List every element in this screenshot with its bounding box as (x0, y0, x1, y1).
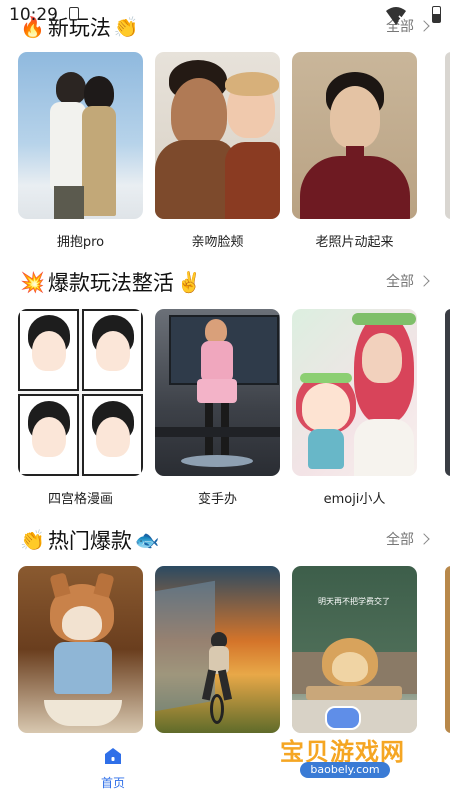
nav-home-label: 首页 (100, 776, 125, 790)
next-card-peek (445, 52, 450, 219)
card-image (292, 52, 417, 219)
explosion-icon: 💥 (20, 270, 45, 294)
status-bar: 10:29 (0, 0, 450, 30)
card-label: emoji小人 (323, 492, 386, 507)
card-label: 老照片动起来 (315, 235, 394, 250)
section-hot-play: 💥 爆款玩法整活 ✌️ 全部 四宫格漫画 变手办 emoji小人 (0, 263, 450, 507)
card-label: 四宫格漫画 (47, 492, 113, 507)
view-all-button[interactable]: 全部 (386, 529, 430, 549)
card-image (18, 566, 143, 733)
section-title-text: 爆款玩法整活 (47, 271, 174, 295)
card-image (155, 309, 280, 476)
card-image (18, 309, 143, 476)
section-title: 💥 爆款玩法整活 ✌️ (20, 267, 202, 297)
feature-card[interactable] (155, 566, 280, 733)
card-image (155, 566, 280, 733)
view-all-button[interactable]: 全部 (386, 271, 430, 291)
feature-card[interactable]: 亲吻脸颊 (155, 52, 280, 250)
feature-card[interactable]: 拥抱pro (18, 52, 143, 250)
feature-card[interactable]: 变手办 (155, 309, 280, 507)
card-label: 变手办 (197, 492, 237, 507)
section-title-text: 热门爆款 (47, 529, 132, 553)
home-icon (105, 748, 121, 764)
feature-card[interactable]: emoji小人 (292, 309, 417, 507)
clap-icon: 👏 (20, 528, 45, 552)
status-time: 10:29 (9, 5, 58, 25)
feature-card[interactable] (18, 566, 143, 733)
chevron-right-icon (418, 275, 430, 287)
fish-icon: 🐟 (134, 528, 160, 552)
gamepad-icon (325, 706, 361, 730)
notification-icon (69, 7, 79, 20)
card-label: 亲吻脸颊 (191, 235, 244, 250)
section-popular: 👏 热门爆款 🐟 全部 明天再不把学费交了 (0, 521, 450, 733)
victory-hand-icon: ✌️ (176, 270, 202, 294)
watermark-url: baobely.com (300, 762, 390, 778)
card-label: 拥抱pro (56, 235, 105, 250)
next-card-peek (445, 309, 450, 476)
card-image (155, 52, 280, 219)
feature-card[interactable]: 四宫格漫画 (18, 309, 143, 507)
wifi-icon (386, 7, 406, 25)
section-title: 👏 热门爆款 🐟 (20, 525, 160, 555)
card-image (292, 309, 417, 476)
view-all-label: 全部 (386, 532, 414, 548)
next-card-peek (445, 566, 450, 733)
watermark-logo: 宝贝游戏网 baobely.com (270, 700, 440, 795)
card-image (18, 52, 143, 219)
chalkboard-text: 明天再不把学费交了 (318, 597, 390, 606)
view-all-label: 全部 (386, 274, 414, 290)
feature-card[interactable]: 老照片动起来 (292, 52, 417, 250)
nav-home-tab[interactable]: 首页 (95, 747, 131, 791)
battery-icon (432, 6, 441, 23)
chevron-right-icon (418, 533, 430, 545)
